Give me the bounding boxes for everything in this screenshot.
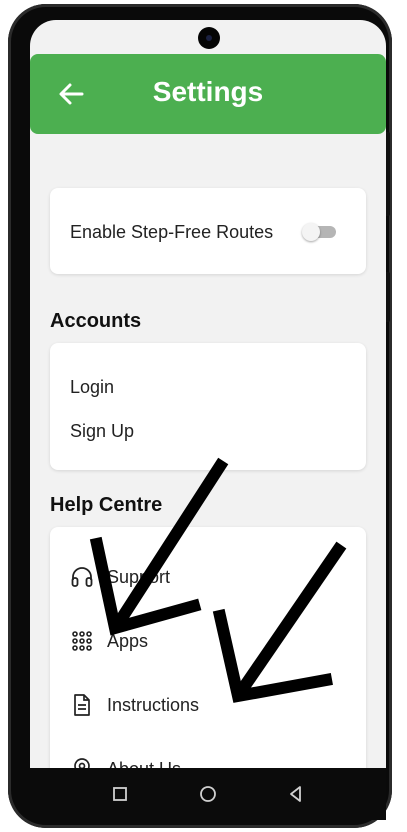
screen: Settings Enable Step-Free Routes Account… <box>30 20 386 820</box>
system-nav-bar <box>30 768 386 820</box>
back-icon[interactable] <box>283 781 309 807</box>
headphones-icon <box>71 567 93 587</box>
support-label: Support <box>107 567 171 587</box>
step-free-label: Enable Step-Free Routes <box>70 222 274 242</box>
phone-frame: Settings Enable Step-Free Routes Account… <box>8 4 392 828</box>
front-camera <box>198 27 220 49</box>
support-item[interactable]: Support <box>70 563 350 593</box>
document-icon <box>74 694 90 716</box>
accounts-heading: Accounts <box>50 310 142 332</box>
instructions-item[interactable]: Instructions <box>70 691 350 721</box>
apps-grid-icon <box>72 631 92 651</box>
app-bar: Settings <box>30 54 386 134</box>
accounts-card: Login Sign Up <box>50 343 366 470</box>
help-centre-heading: Help Centre <box>50 494 163 516</box>
help-centre-card: Support Apps Instructions <box>50 527 366 787</box>
page-title: Settings <box>152 76 264 107</box>
instructions-label: Instructions <box>107 695 200 715</box>
home-icon[interactable] <box>195 781 221 807</box>
recents-icon[interactable] <box>107 781 133 807</box>
step-free-card: Enable Step-Free Routes <box>50 188 366 274</box>
sign-up-item[interactable]: Sign Up <box>70 421 134 442</box>
apps-label: Apps <box>107 631 149 651</box>
apps-item[interactable]: Apps <box>70 627 350 657</box>
step-free-toggle[interactable] <box>302 223 336 241</box>
login-item[interactable]: Login <box>70 377 114 398</box>
toggle-thumb <box>302 223 320 241</box>
